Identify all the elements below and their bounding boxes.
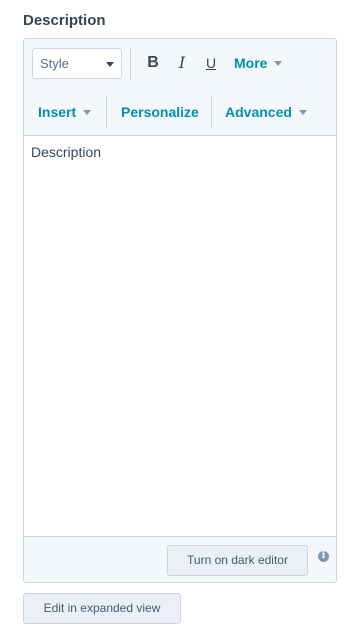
toolbar-divider [106,96,107,128]
advanced-dropdown[interactable]: Advanced [225,104,307,120]
toolbar-divider [130,48,131,80]
advanced-dropdown-label: Advanced [225,104,292,120]
more-dropdown-label: More [234,55,268,71]
info-icon[interactable]: i [318,551,329,562]
insert-dropdown[interactable]: Insert [38,104,92,120]
editor-content-area[interactable]: Description [24,136,336,537]
style-select[interactable]: Style [32,48,122,79]
expanded-view-button[interactable]: Edit in expanded view [23,593,181,624]
editor-content-text[interactable]: Description [31,144,101,160]
dark-editor-button[interactable]: Turn on dark editor [167,545,308,576]
style-select-value: Style [40,56,69,71]
toolbar-divider [211,96,212,128]
editor-footer: Turn on dark editor i [24,537,336,582]
italic-button[interactable]: I [173,51,191,75]
rich-text-field: Description Style B I U More Insert Pers… [0,0,363,642]
rich-text-editor: Style B I U More Insert Personalize Adva… [23,38,337,583]
field-label: Description [23,12,106,29]
caret-down-icon [106,62,114,67]
personalize-button[interactable]: Personalize [121,104,199,120]
more-dropdown[interactable]: More [234,55,283,71]
editor-toolbar: Style B I U More Insert Personalize Adva… [24,39,336,136]
underline-button[interactable]: U [202,51,220,75]
bold-button[interactable]: B [144,51,162,75]
chevron-down-icon [83,109,92,115]
chevron-down-icon [274,60,283,66]
insert-dropdown-label: Insert [38,104,77,120]
chevron-down-icon [298,109,307,115]
